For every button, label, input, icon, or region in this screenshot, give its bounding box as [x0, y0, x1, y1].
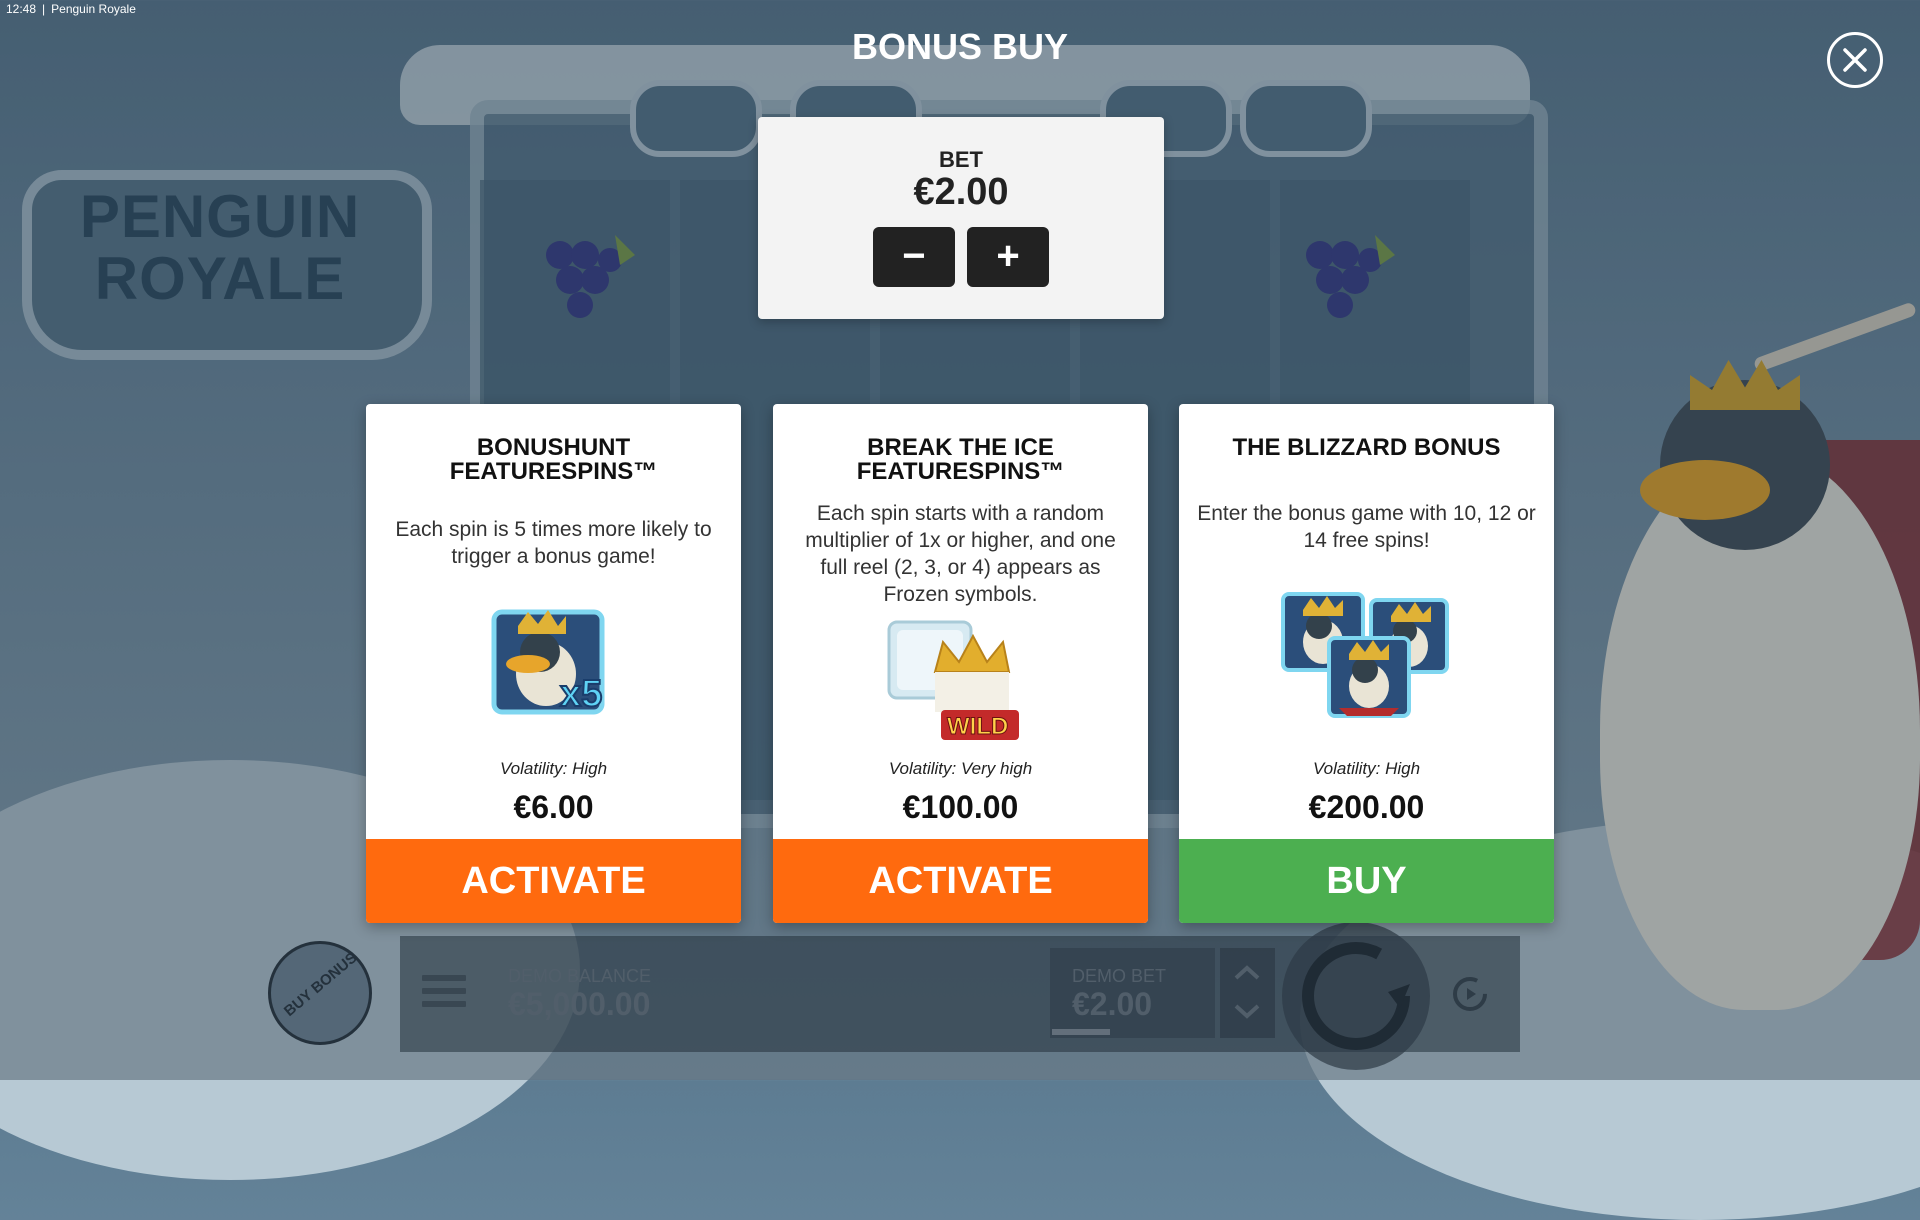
card-price: €6.00 — [513, 789, 594, 825]
card-description: Each spin is 5 times more likely to trig… — [395, 518, 712, 568]
clock: 12:48 — [6, 2, 37, 16]
close-icon — [1843, 48, 1867, 72]
decrease-bet-button[interactable]: − — [873, 227, 955, 287]
status-bar: 12:48 | Penguin Royale — [6, 2, 136, 16]
card-price: €200.00 — [1308, 789, 1425, 825]
card-title: BONUSHUNT FEATURESPINS™ — [449, 434, 658, 485]
card-description: Each spin starts with a random multiplie… — [805, 502, 1116, 606]
penguin-x5-symbol: x5 — [491, 609, 605, 716]
bet-panel: BET €2.00 − + — [758, 117, 1164, 319]
increase-bet-button[interactable]: + — [967, 227, 1049, 287]
card-title: THE BLIZZARD BONUS — [1232, 434, 1501, 461]
modal-title: BONUS BUY — [851, 26, 1069, 67]
svg-text:WILD: WILD — [947, 713, 1008, 740]
bonus-card-bonushunt: BONUSHUNT FEATURESPINS™ Each spin is 5 t… — [366, 404, 741, 923]
scatter-symbols — [1281, 592, 1449, 718]
bet-value: €2.00 — [913, 171, 1009, 213]
activate-button[interactable]: ACTIVATE — [773, 839, 1148, 923]
close-button[interactable] — [1827, 32, 1883, 88]
activate-button[interactable]: ACTIVATE — [366, 839, 741, 923]
card-volatility: Volatility: Very high — [888, 759, 1033, 778]
bonus-card-break-the-ice: BREAK THE ICE FEATURESPINS™ Each spin st… — [773, 404, 1148, 923]
card-volatility: Volatility: High — [499, 759, 608, 778]
svg-text:x5: x5 — [560, 673, 602, 715]
card-price: €100.00 — [902, 789, 1019, 825]
buy-button[interactable]: BUY — [1179, 839, 1554, 923]
card-title: BREAK THE ICE FEATURESPINS™ — [856, 434, 1065, 485]
bet-label: BET — [939, 147, 983, 172]
card-description: Enter the bonus game with 10, 12 or 14 f… — [1197, 502, 1536, 552]
app-name: Penguin Royale — [51, 2, 136, 16]
bonus-card-blizzard: THE BLIZZARD BONUS Enter the bonus game … — [1179, 404, 1554, 923]
frozen-wild-symbol: WILD — [887, 620, 1019, 741]
card-volatility: Volatility: High — [1312, 759, 1421, 778]
